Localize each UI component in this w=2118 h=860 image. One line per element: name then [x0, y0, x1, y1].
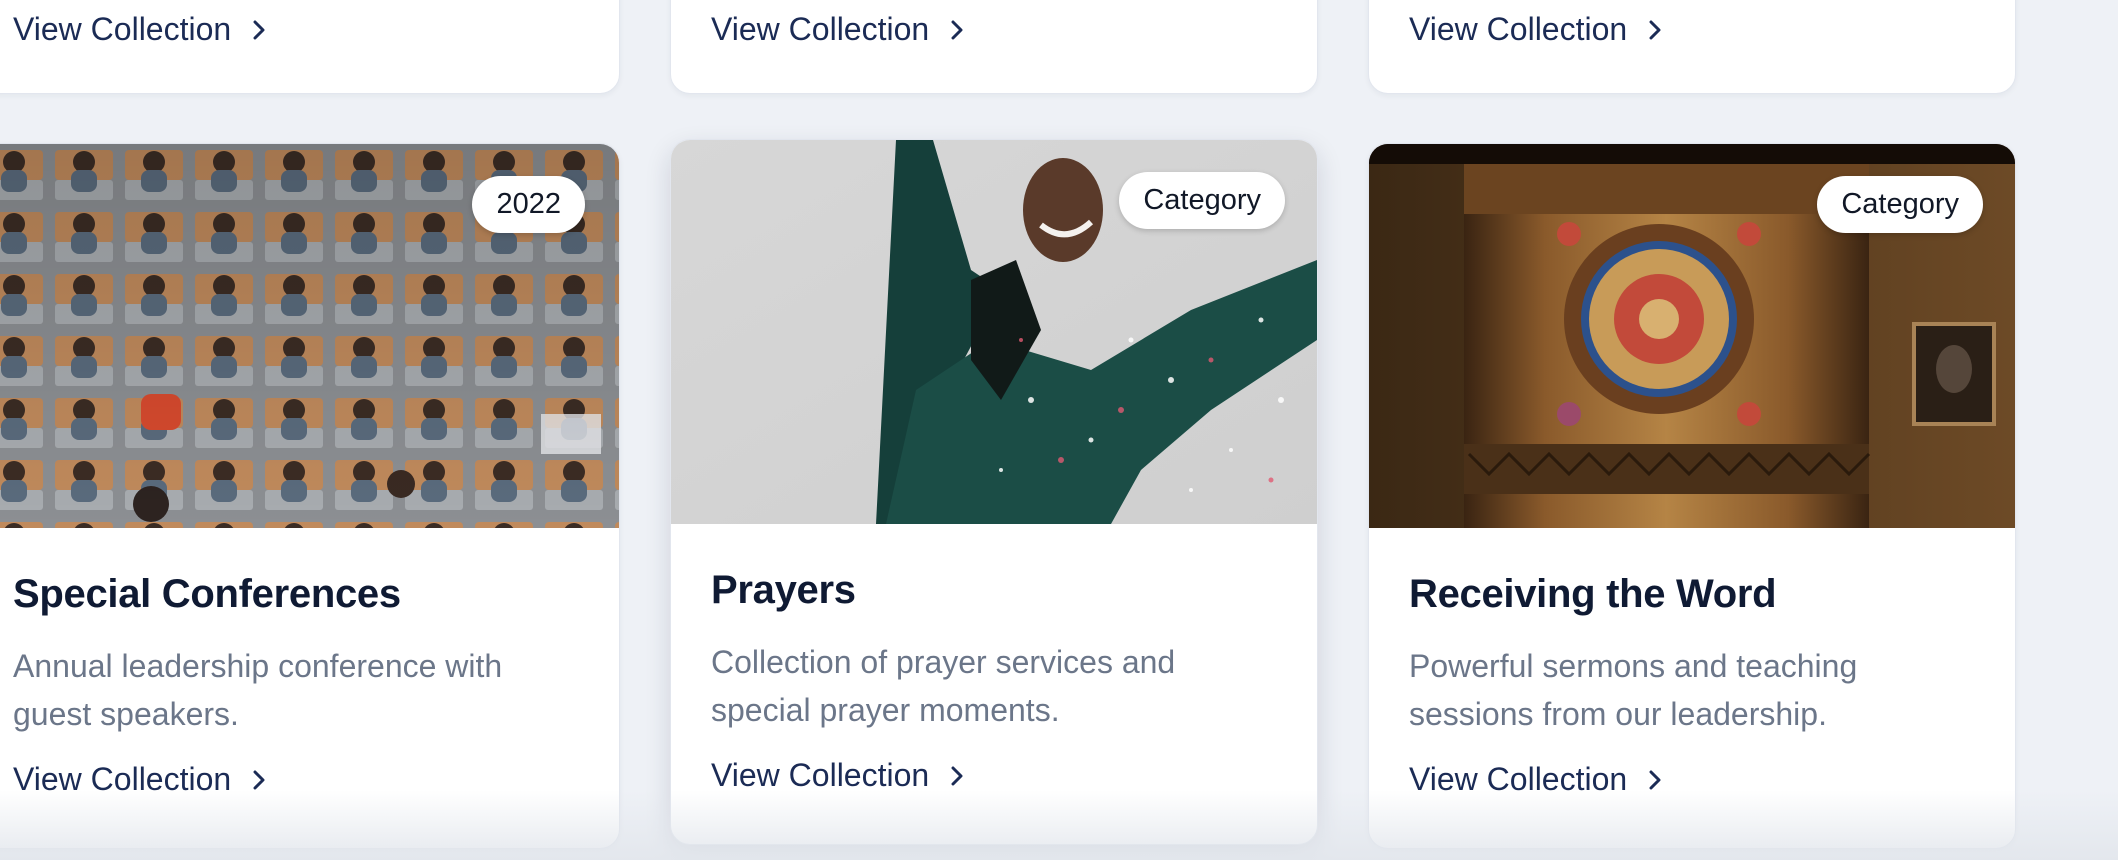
- view-collection-link[interactable]: View Collection: [1409, 11, 1661, 48]
- view-collection-label: View Collection: [711, 757, 930, 793]
- view-collection-label: View Collection: [711, 11, 930, 47]
- card-badge: Category: [1817, 176, 1983, 233]
- collection-card-top-3: View Collection: [1368, 0, 2016, 94]
- card-badge: 2022: [472, 176, 585, 233]
- card-description: Collection of prayer services and specia…: [711, 644, 1176, 728]
- card-description: Powerful sermons and teaching sessions f…: [1409, 648, 1858, 732]
- chevron-right-icon: [253, 20, 265, 39]
- collection-card-top-2: View Collection: [670, 0, 1318, 94]
- card-badge: Category: [1119, 172, 1285, 229]
- chevron-right-icon: [951, 766, 963, 785]
- chevron-right-icon: [253, 770, 265, 789]
- card-title: Receiving the Word: [1409, 572, 1777, 616]
- chevron-right-icon: [1649, 770, 1661, 789]
- view-collection-label: View Collection: [1409, 761, 1628, 797]
- card-title: Prayers: [711, 568, 856, 612]
- card-description: Annual leadership conference with guest …: [13, 648, 503, 732]
- view-collection-link[interactable]: View Collection: [711, 757, 963, 794]
- view-collection-label: View Collection: [13, 11, 232, 47]
- chevron-right-icon: [951, 20, 963, 39]
- card-title: Special Conferences: [13, 572, 401, 616]
- collection-card-receiving-the-word[interactable]: Category Receiving the Word Powerful ser…: [1368, 143, 2016, 849]
- collection-card-top-1: View Collection: [0, 0, 620, 94]
- view-collection-link[interactable]: View Collection: [13, 11, 265, 48]
- view-collection-label: View Collection: [13, 761, 232, 797]
- view-collection-link[interactable]: View Collection: [711, 11, 963, 48]
- view-collection-label: View Collection: [1409, 11, 1628, 47]
- view-collection-link[interactable]: View Collection: [13, 761, 265, 798]
- view-collection-link[interactable]: View Collection: [1409, 761, 1661, 798]
- collection-card-prayers[interactable]: Category Prayers Collection of prayer se…: [670, 139, 1318, 845]
- chevron-right-icon: [1649, 20, 1661, 39]
- collection-card-special-conferences[interactable]: 2022 Special Conferences Annual leadersh…: [0, 143, 620, 849]
